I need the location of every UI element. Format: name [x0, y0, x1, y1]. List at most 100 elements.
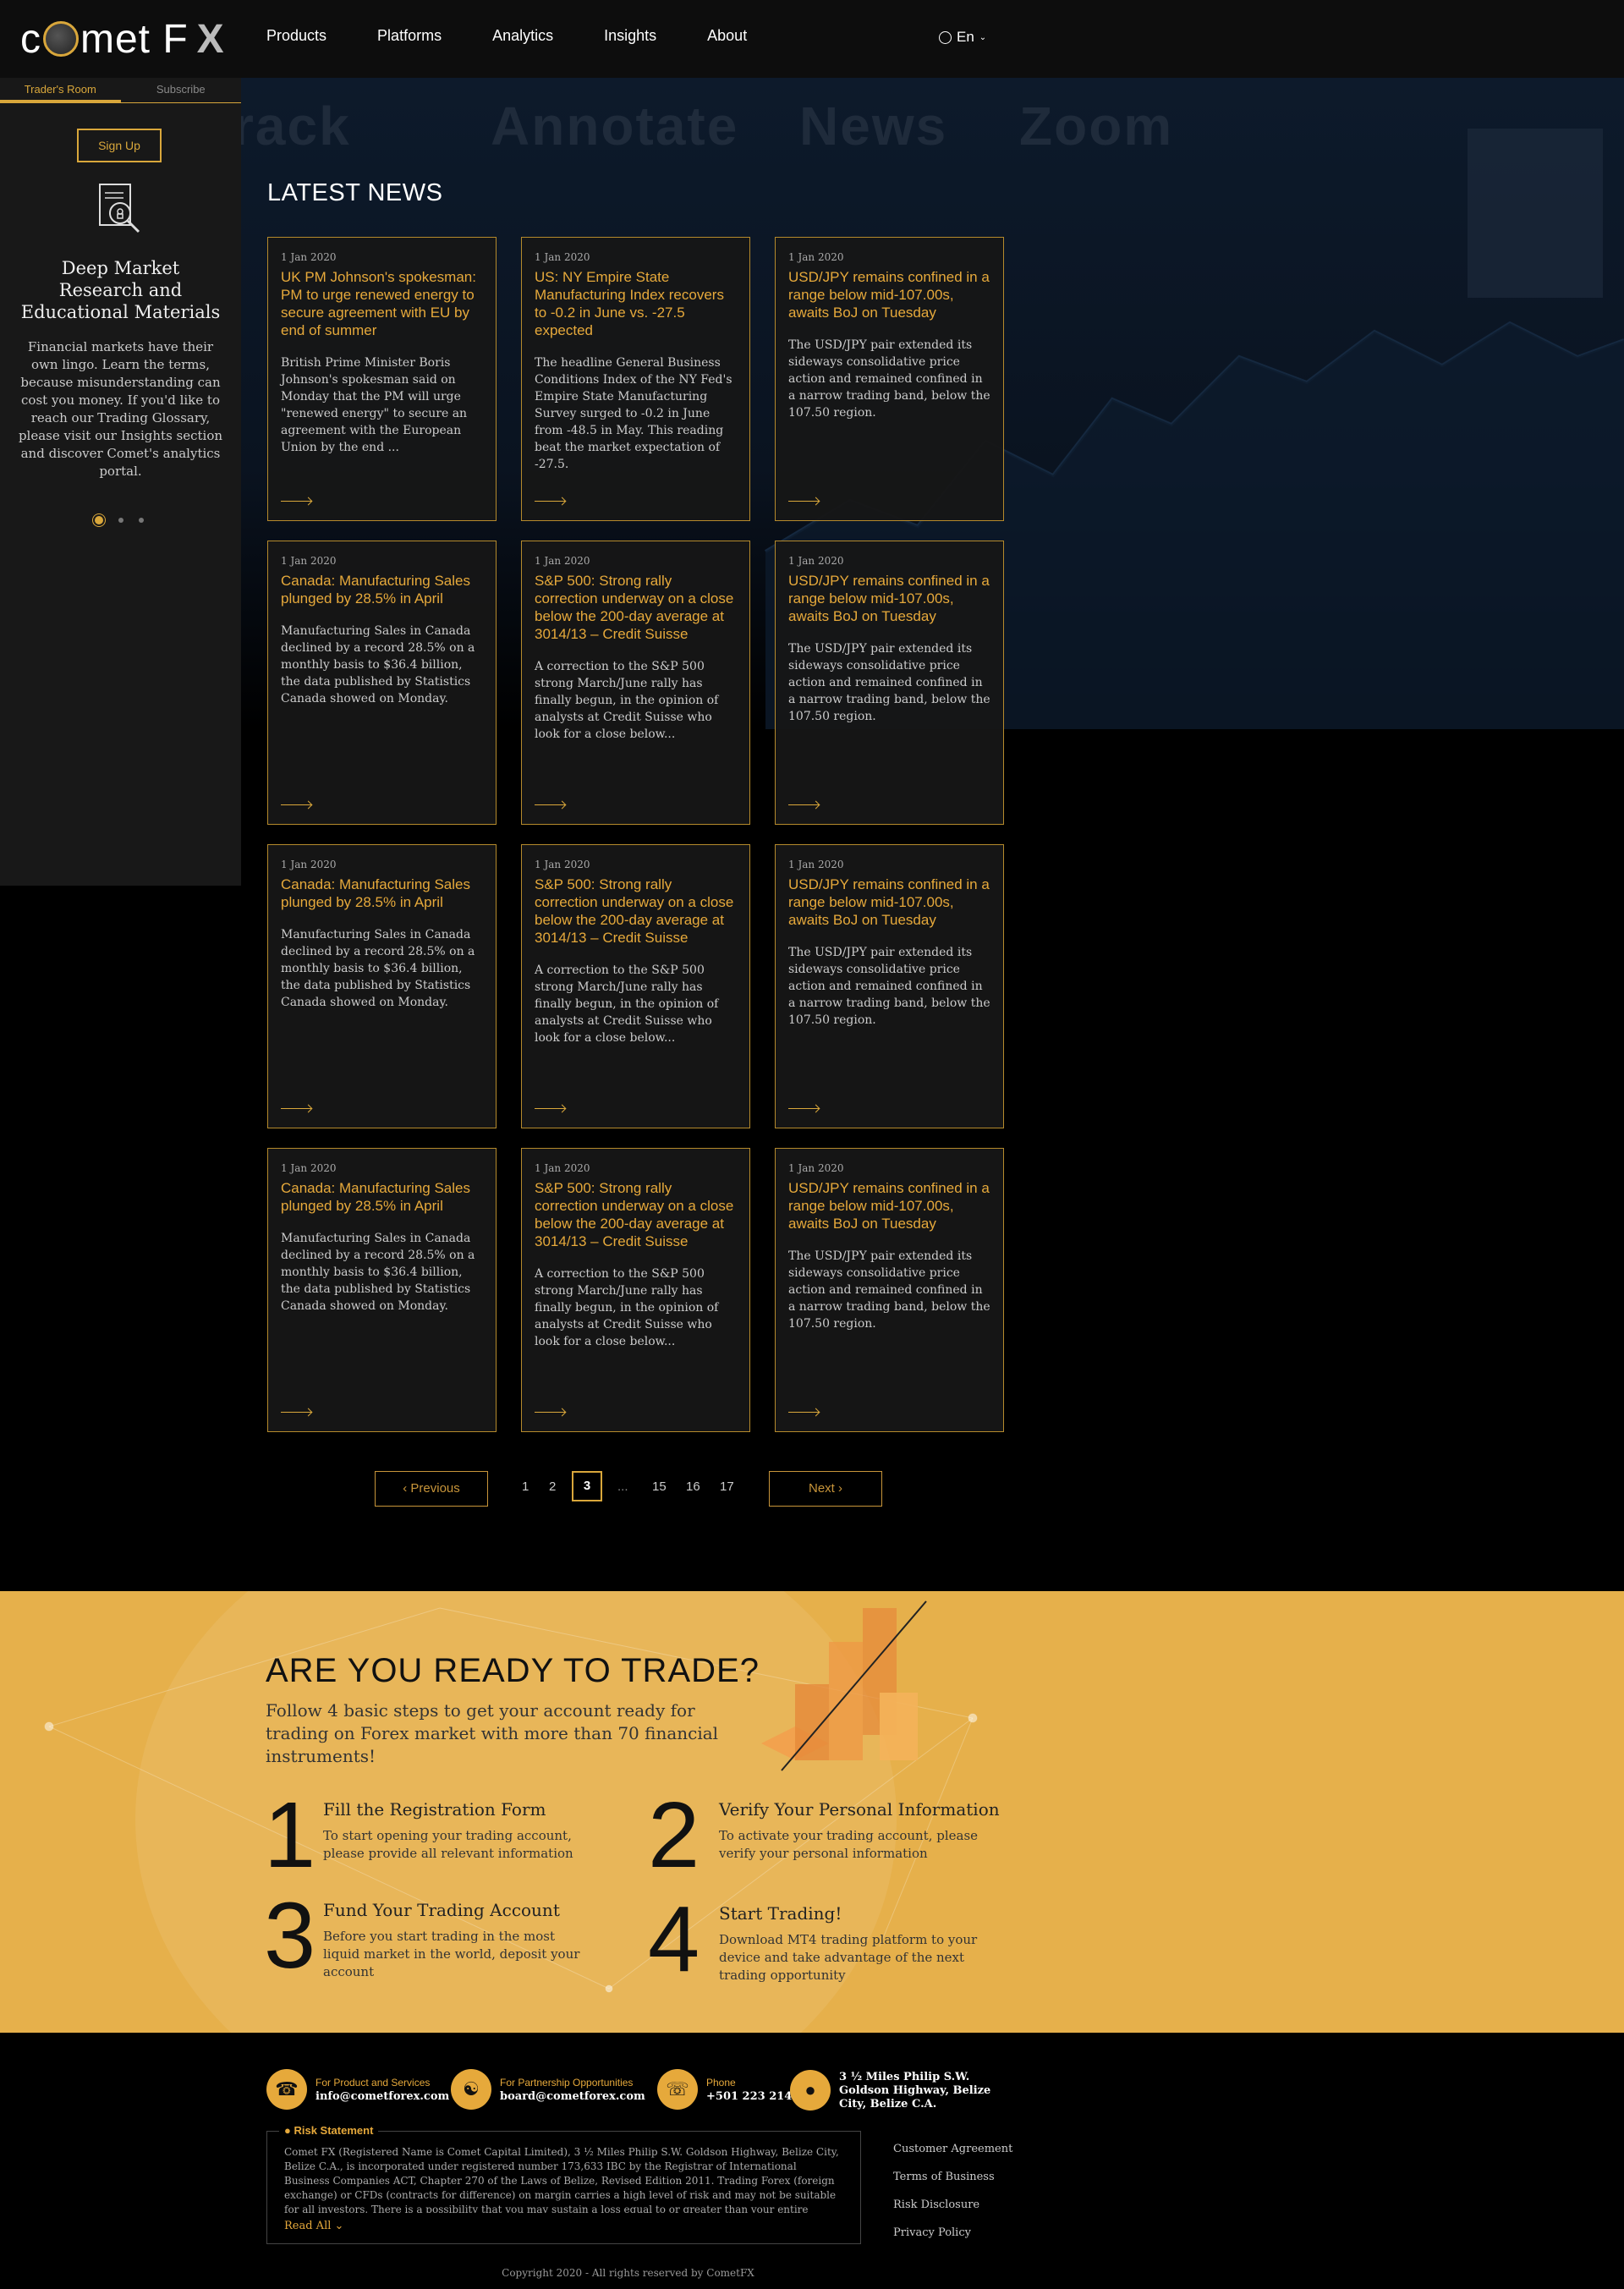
link-privacy-policy[interactable]: Privacy Policy — [893, 2226, 1012, 2239]
carousel-dot[interactable] — [118, 518, 123, 523]
news-headline[interactable]: USD/JPY remains confined in a range belo… — [788, 572, 990, 625]
phone-icon: ☏ — [657, 2069, 698, 2110]
page-link[interactable]: 15 — [652, 1479, 667, 1494]
news-headline[interactable]: Canada: Manufacturing Sales plunged by 2… — [281, 572, 483, 607]
step-title: Verify Your Personal Information — [719, 1799, 1000, 1820]
nav-products[interactable]: Products — [266, 27, 326, 45]
nav-insights[interactable]: Insights — [604, 27, 656, 45]
news-headline[interactable]: S&P 500: Strong rally correction underwa… — [535, 876, 737, 947]
nav-about[interactable]: About — [707, 27, 747, 45]
nav-analytics[interactable]: Analytics — [492, 27, 553, 45]
contact-label: For Product and Services — [315, 2076, 431, 2089]
news-card[interactable]: 1 Jan 2020 USD/JPY remains confined in a … — [775, 541, 1004, 825]
risk-statement: ● Risk Statement Comet FX (Registered Na… — [266, 2124, 861, 2244]
logo-text-c: c — [20, 16, 41, 62]
read-more-arrow-icon[interactable] — [281, 804, 311, 805]
page-link[interactable]: 2 — [549, 1479, 556, 1494]
news-headline[interactable]: Canada: Manufacturing Sales plunged by 2… — [281, 876, 483, 911]
news-date: 1 Jan 2020 — [788, 859, 844, 870]
logo-globe-icon — [43, 21, 79, 57]
next-button[interactable]: Next › — [769, 1471, 882, 1507]
page-link-current[interactable]: 3 — [572, 1471, 602, 1501]
step-number: 3 — [264, 1884, 316, 1988]
contact-products: ☎ For Product and Services info@cometfor… — [266, 2069, 449, 2110]
news-date: 1 Jan 2020 — [788, 555, 844, 567]
news-card[interactable]: 1 Jan 2020 USD/JPY remains confined in a … — [775, 844, 1004, 1128]
news-headline[interactable]: S&P 500: Strong rally correction underwa… — [535, 572, 737, 643]
news-card[interactable]: 1 Jan 2020 Canada: Manufacturing Sales pl… — [267, 541, 497, 825]
news-summary: Manufacturing Sales in Canada declined b… — [281, 624, 475, 705]
read-more-arrow-icon[interactable] — [281, 1108, 311, 1109]
news-card[interactable]: 1 Jan 2020 S&P 500: Strong rally correcti… — [521, 1148, 750, 1432]
bg-word-annotate: Annotate — [491, 96, 739, 156]
news-card[interactable]: 1 Jan 2020 USD/JPY remains confined in a … — [775, 237, 1004, 521]
news-headline[interactable]: UK PM Johnson's spokesman: PM to urge re… — [281, 268, 483, 339]
chevron-down-icon: ⌄ — [334, 2220, 344, 2232]
contact-address-text: 3 ½ Miles Philip S.W. Goldson Highway, B… — [839, 2071, 991, 2111]
news-headline[interactable]: USD/JPY remains confined in a range belo… — [788, 1179, 990, 1232]
contact-label: Phone — [706, 2076, 736, 2089]
chevron-down-icon: ⌄ — [979, 32, 987, 42]
contact-label: For Partnership Opportunities — [500, 2076, 634, 2089]
carousel-dot[interactable] — [139, 518, 144, 523]
read-more-arrow-icon[interactable] — [788, 501, 819, 502]
news-summary: The USD/JPY pair extended its sideways c… — [788, 946, 990, 1027]
read-more-arrow-icon[interactable] — [788, 1108, 819, 1109]
read-more-arrow-icon[interactable] — [535, 1108, 565, 1109]
tab-traders-room[interactable]: Trader's Room — [0, 78, 121, 102]
comet-fx-logo[interactable]: c met F X — [20, 15, 225, 63]
page-link[interactable]: 17 — [720, 1479, 734, 1494]
news-summary: The USD/JPY pair extended its sideways c… — [788, 338, 990, 420]
carousel-dot[interactable] — [95, 516, 103, 524]
trade-subtitle: Follow 4 basic steps to get your account… — [266, 1700, 719, 1766]
read-more-arrow-icon[interactable] — [281, 501, 311, 502]
news-card[interactable]: 1 Jan 2020 Canada: Manufacturing Sales pl… — [267, 1148, 497, 1432]
news-card[interactable]: 1 Jan 2020 Canada: Manufacturing Sales pl… — [267, 844, 497, 1128]
news-card[interactable]: 1 Jan 2020 S&P 500: Strong rally correcti… — [521, 541, 750, 825]
link-terms-of-business[interactable]: Terms of Business — [893, 2171, 1012, 2183]
contact-phone-link[interactable]: +501 223 2144 — [706, 2090, 799, 2103]
page-link[interactable]: 1 — [522, 1479, 529, 1494]
bg-word-zoom: Zoom — [1019, 96, 1174, 156]
step-number: 2 — [648, 1783, 700, 1887]
read-more-arrow-icon[interactable] — [788, 1412, 819, 1413]
step-2: 2 Verify Your Personal Information To ac… — [648, 1789, 1023, 1901]
news-headline[interactable]: US: NY Empire State Manufacturing Index … — [535, 268, 737, 339]
language-selector[interactable]: En ⌄ — [939, 29, 986, 46]
next-label: Next — [808, 1481, 835, 1496]
read-all-link[interactable]: Read All ⌄ — [284, 2220, 843, 2232]
step-title: Fill the Registration Form — [323, 1799, 546, 1820]
chevron-right-icon: › — [834, 1481, 842, 1496]
risk-title: ● Risk Statement — [279, 2124, 379, 2137]
news-headline[interactable]: Canada: Manufacturing Sales plunged by 2… — [281, 1179, 483, 1215]
page-link[interactable]: 16 — [686, 1479, 700, 1494]
read-more-arrow-icon[interactable] — [281, 1412, 311, 1413]
news-headline[interactable]: S&P 500: Strong rally correction underwa… — [535, 1179, 737, 1250]
language-label: En — [957, 29, 974, 45]
read-more-arrow-icon[interactable] — [788, 804, 819, 805]
risk-title-text: Risk Statement — [294, 2124, 374, 2137]
news-card[interactable]: 1 Jan 2020 S&P 500: Strong rally correcti… — [521, 844, 750, 1128]
bg-word-track: rack — [241, 96, 351, 156]
step-3: 3 Fund Your Trading Account Before you s… — [264, 1890, 628, 2001]
previous-button[interactable]: ‹ Previous — [375, 1471, 488, 1507]
read-more-arrow-icon[interactable] — [535, 1412, 565, 1413]
news-card[interactable]: 1 Jan 2020 UK PM Johnson's spokesman: PM … — [267, 237, 497, 521]
tab-subscribe[interactable]: Subscribe — [121, 78, 242, 102]
contact-email-link[interactable]: info@cometforex.com — [315, 2090, 449, 2103]
link-risk-disclosure[interactable]: Risk Disclosure — [893, 2198, 1012, 2211]
ready-to-trade-section: ARE YOU READY TO TRADE? Follow 4 basic s… — [0, 1591, 1624, 2033]
news-headline[interactable]: USD/JPY remains confined in a range belo… — [788, 268, 990, 321]
contact-partnership: ☯ For Partnership Opportunities board@co… — [451, 2069, 645, 2110]
news-headline[interactable]: USD/JPY remains confined in a range belo… — [788, 876, 990, 929]
sign-up-button[interactable]: Sign Up — [77, 129, 162, 162]
news-date: 1 Jan 2020 — [535, 1162, 590, 1174]
read-more-arrow-icon[interactable] — [535, 501, 565, 502]
nav-platforms[interactable]: Platforms — [377, 27, 442, 45]
copyright: Copyright 2020 - All rights reserved by … — [502, 2267, 754, 2279]
news-card[interactable]: 1 Jan 2020 USD/JPY remains confined in a … — [775, 1148, 1004, 1432]
read-more-arrow-icon[interactable] — [535, 804, 565, 805]
contact-email-link[interactable]: board@cometforex.com — [500, 2090, 645, 2103]
link-customer-agreement[interactable]: Customer Agreement — [893, 2143, 1012, 2155]
news-card[interactable]: 1 Jan 2020 US: NY Empire State Manufactu… — [521, 237, 750, 521]
